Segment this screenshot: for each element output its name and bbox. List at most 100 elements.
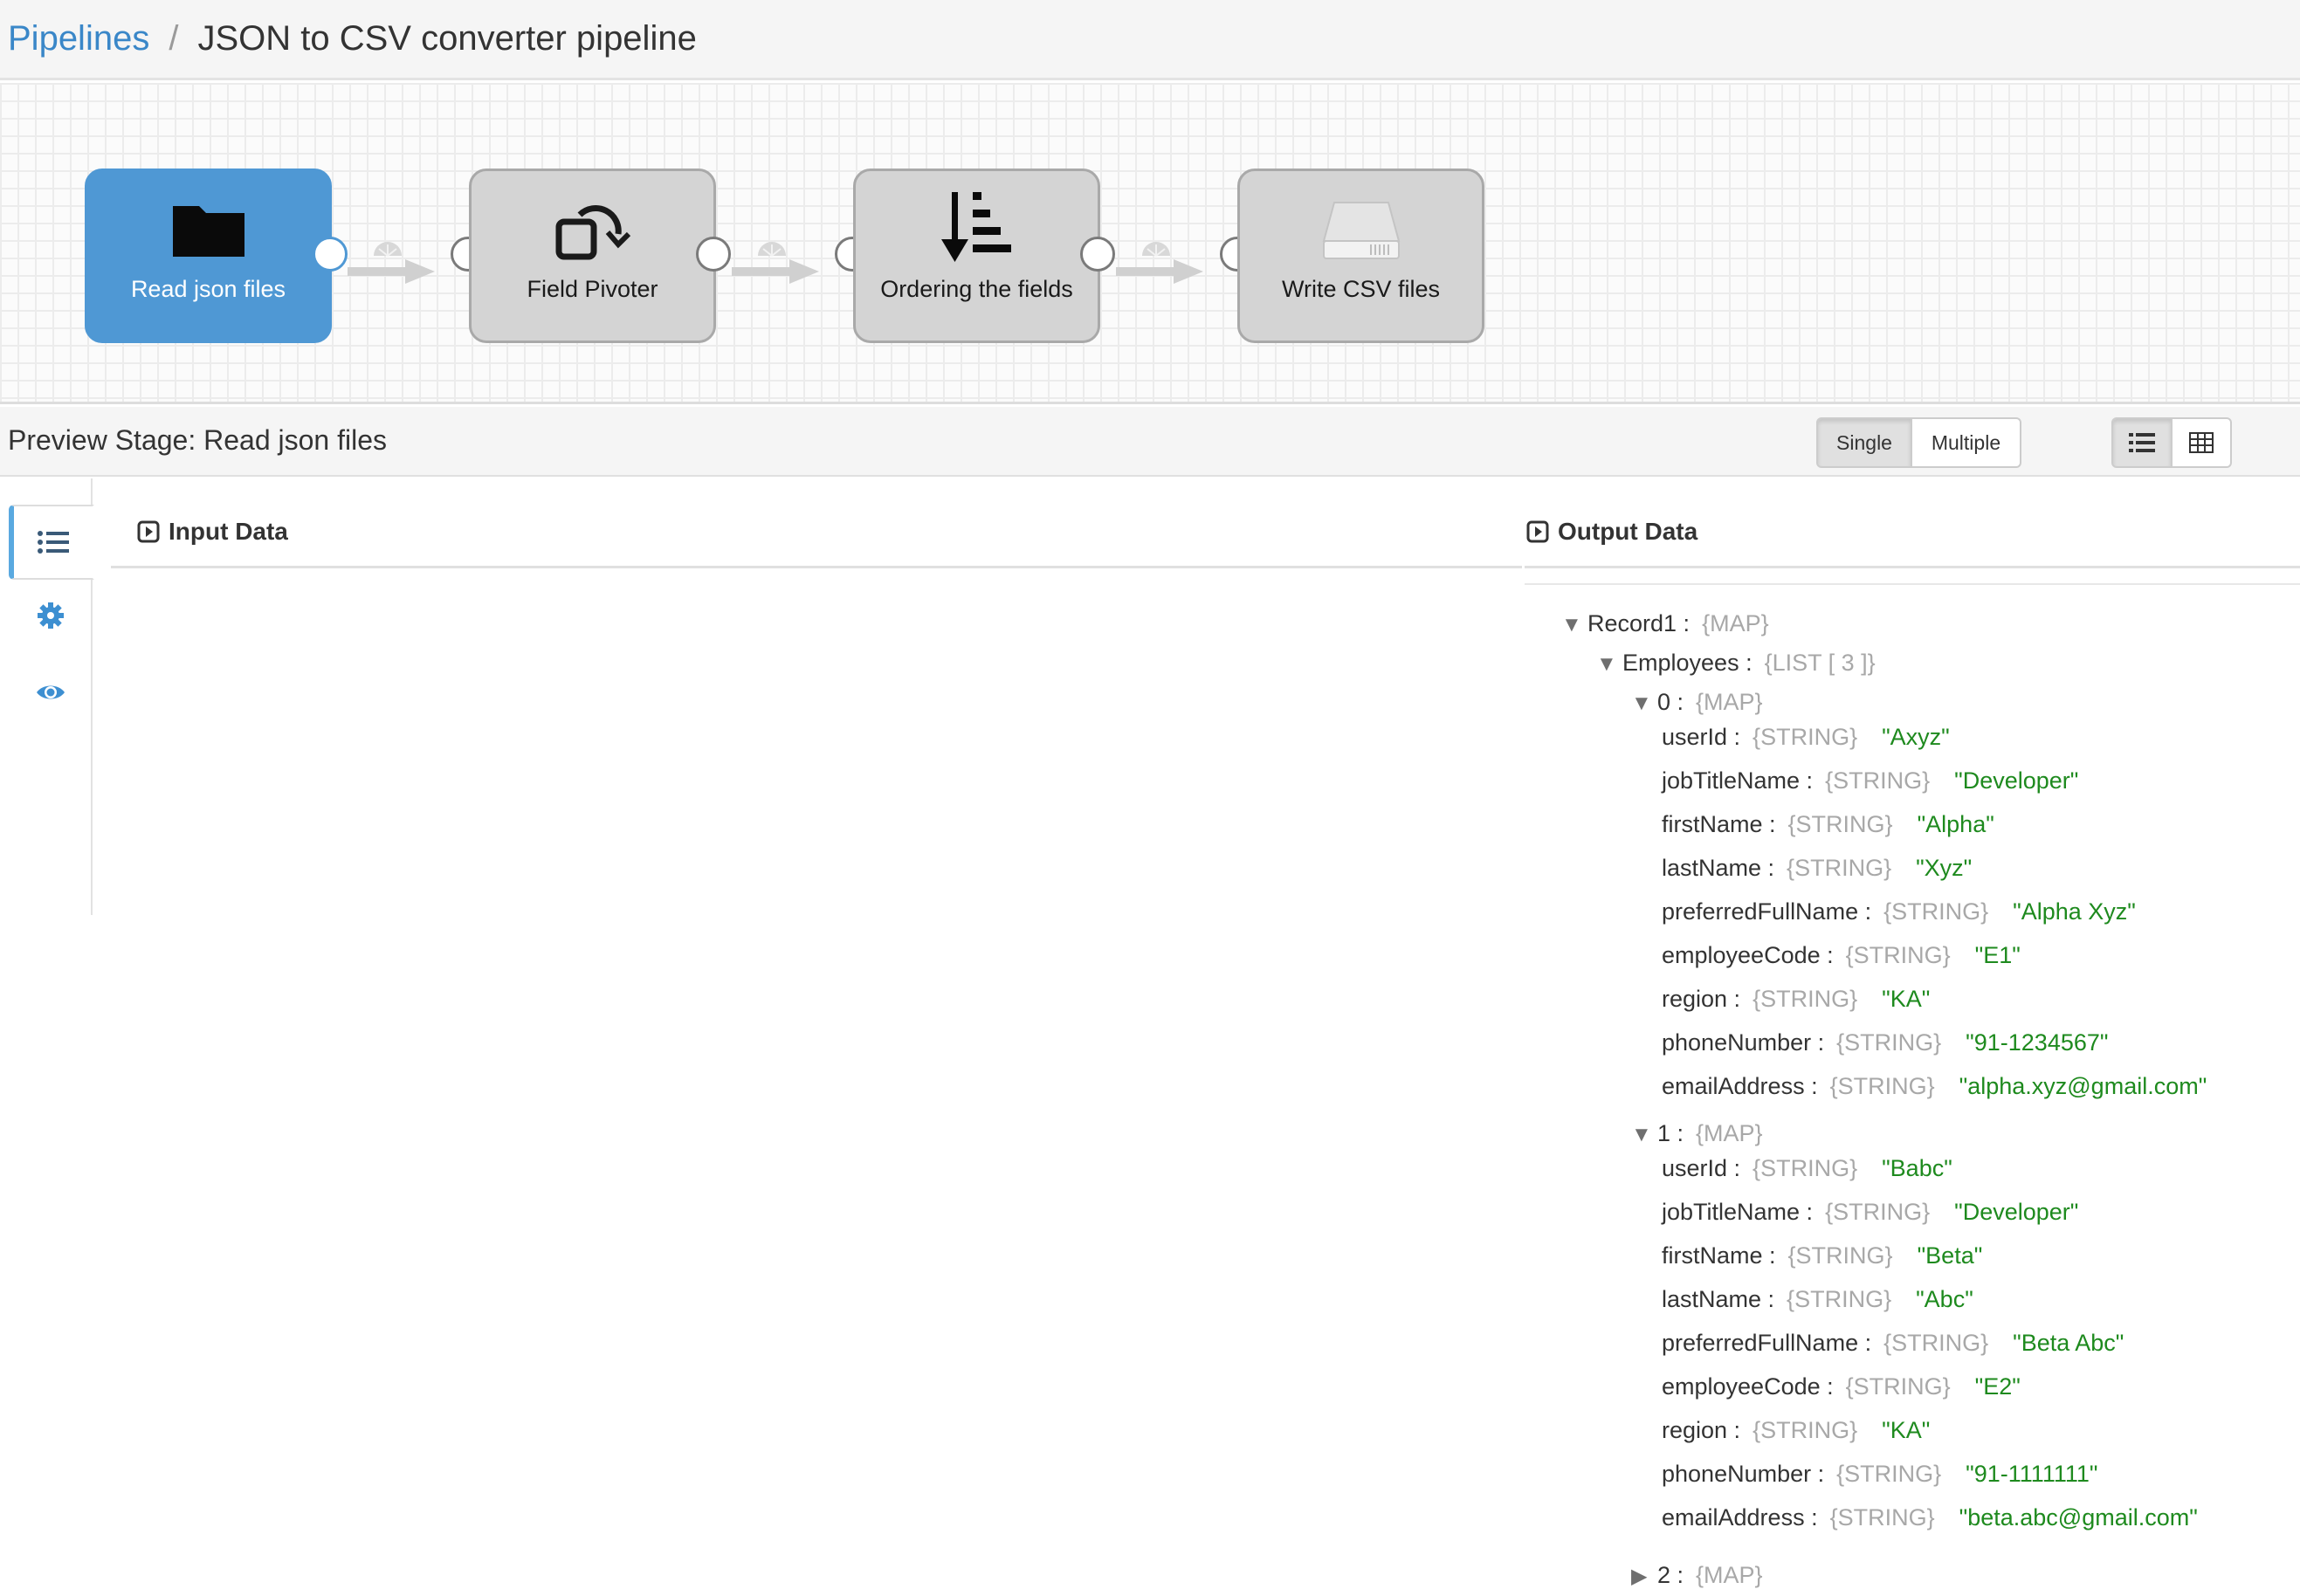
page-title: JSON to CSV converter pipeline [197, 19, 697, 58]
divider [1525, 583, 2300, 585]
eye-icon [37, 685, 65, 699]
tree-field-row: preferredFullName : {STRING} "Beta Abc" [1662, 1329, 2124, 1357]
batch-mode-toggle: Single Multiple [1816, 417, 2021, 468]
tree-field-row: userId : {STRING} "Axyz" [1662, 723, 1950, 751]
tree-field-row: employeeCode : {STRING} "E1" [1662, 941, 2021, 969]
field-type: {STRING} [1753, 1155, 1858, 1181]
field-key: employeeCode : [1662, 1373, 1834, 1400]
field-key: Employees : [1622, 650, 1753, 676]
list-view-icon [2129, 433, 2155, 452]
sort-order-icon [940, 192, 1011, 262]
output-port[interactable] [696, 237, 731, 272]
tab-configuration[interactable] [9, 578, 93, 653]
caret-down-icon[interactable]: ▼ [1631, 690, 1657, 718]
field-key: phoneNumber : [1662, 1029, 1825, 1056]
input-data-header[interactable]: Input Data [137, 518, 288, 546]
connector-arrow-1 [348, 242, 435, 284]
tree-field-row: employeeCode : {STRING} "E2" [1662, 1372, 2021, 1400]
breadcrumb-pipelines-link[interactable]: Pipelines [8, 19, 149, 58]
field-value: "Babc" [1882, 1155, 1952, 1181]
stage-label: Write CSV files [1281, 276, 1441, 302]
field-value: "91-1234567" [1966, 1029, 2109, 1056]
field-type: {STRING} [1753, 724, 1858, 750]
tree-node-employee-0[interactable]: ▼ 0 : {MAP} [1631, 688, 1763, 718]
field-type: {STRING} [1787, 811, 1893, 837]
field-type: {STRING} [1787, 855, 1892, 881]
single-button[interactable]: Single [1816, 417, 1912, 468]
multiple-button[interactable]: Multiple [1911, 417, 2021, 468]
field-value: "Alpha" [1917, 811, 1994, 837]
stage-read-json-files[interactable]: Read json files [85, 169, 332, 343]
output-data-header[interactable]: Output Data [1526, 518, 1697, 546]
table-view-button[interactable] [2171, 417, 2232, 468]
field-type: {STRING} [1883, 1330, 1989, 1356]
pipeline-canvas[interactable]: Read json files Field Pivoter Ordering t… [0, 83, 2300, 404]
field-key: emailAddress : [1662, 1073, 1818, 1099]
field-value: "Alpha Xyz" [2013, 898, 2136, 925]
tree-node-employees[interactable]: ▼ Employees : {LIST [ 3 ]} [1596, 649, 1876, 678]
field-type: {STRING} [1845, 942, 1951, 968]
field-key: preferredFullName : [1662, 1330, 1872, 1356]
field-value: "E1" [1974, 942, 2021, 968]
stage-ordering-the-fields[interactable]: Ordering the fields [853, 169, 1100, 343]
caret-down-icon[interactable]: ▼ [1596, 650, 1622, 678]
tree-node-record1[interactable]: ▼ Record1 : {MAP} [1561, 609, 1769, 639]
field-value: "Abc" [1916, 1286, 1973, 1312]
field-type: {STRING} [1787, 1286, 1892, 1312]
tree-field-row: preferredFullName : {STRING} "Alpha Xyz" [1662, 898, 2136, 925]
output-port[interactable] [313, 237, 348, 272]
field-key: jobTitleName : [1662, 767, 1814, 794]
field-key: phoneNumber : [1662, 1461, 1825, 1487]
stage-write-csv-files[interactable]: Write CSV files [1237, 169, 1484, 343]
field-type: {MAP} [1702, 610, 1769, 636]
tree-field-row: lastName : {STRING} "Xyz" [1662, 854, 1972, 882]
tree-field-row: jobTitleName : {STRING} "Developer" [1662, 1198, 2078, 1226]
field-type: {MAP} [1696, 1562, 1763, 1588]
field-key: emailAddress : [1662, 1504, 1818, 1531]
field-type: {STRING} [1836, 1029, 1942, 1056]
divider [1525, 566, 2300, 568]
field-key: lastName : [1662, 1286, 1775, 1312]
collapse-toggle-icon [137, 520, 160, 543]
list-view-button[interactable] [2111, 417, 2173, 468]
field-type: {STRING} [1753, 986, 1858, 1012]
tree-field-row: firstName : {STRING} "Beta" [1662, 1242, 1982, 1269]
stage-field-pivoter[interactable]: Field Pivoter [469, 169, 716, 343]
field-type: {STRING} [1825, 1199, 1931, 1225]
connector-arrow-3 [1116, 242, 1203, 284]
field-key: region : [1662, 986, 1741, 1012]
caret-down-icon[interactable]: ▼ [1561, 611, 1587, 639]
output-port[interactable] [1080, 237, 1115, 272]
tab-preview-view[interactable] [9, 655, 93, 730]
tree-node-employee-1[interactable]: ▼ 1 : {MAP} [1631, 1119, 1763, 1149]
tree-field-row: emailAddress : {STRING} "beta.abc@gmail.co… [1662, 1503, 2198, 1531]
tab-records-list[interactable] [9, 505, 94, 580]
field-type: {STRING} [1836, 1461, 1942, 1487]
field-type: {STRING} [1883, 898, 1989, 925]
tree-node-employee-2[interactable]: ▶ 2 : {MAP} [1631, 1561, 1763, 1591]
field-key: firstName : [1662, 811, 1776, 837]
field-value: "Beta Abc" [2013, 1330, 2124, 1356]
field-key: preferredFullName : [1662, 898, 1872, 925]
collapse-toggle-icon [1526, 520, 1549, 543]
field-type: {STRING} [1753, 1417, 1858, 1443]
breadcrumb: Pipelines / JSON to CSV converter pipeli… [0, 0, 2300, 80]
caret-right-icon[interactable]: ▶ [1631, 1563, 1657, 1591]
tree-field-row: firstName : {STRING} "Alpha" [1662, 810, 1994, 838]
field-value: "alpha.xyz@gmail.com" [1959, 1073, 2207, 1099]
view-mode-toggle [2111, 417, 2232, 468]
tree-field-row: emailAddress : {STRING} "alpha.xyz@gmail.c… [1662, 1072, 2207, 1100]
field-key: userId : [1662, 724, 1741, 750]
preview-toolbar: Preview Stage: Read json files Single Mu… [0, 407, 2300, 477]
field-value: "Developer" [1954, 767, 2079, 794]
stage-label: Field Pivoter [527, 276, 658, 302]
caret-down-icon[interactable]: ▼ [1631, 1121, 1657, 1149]
field-value: "Developer" [1954, 1199, 2079, 1225]
field-type: {STRING} [1845, 1373, 1951, 1400]
field-type: {STRING} [1787, 1242, 1893, 1269]
field-key: firstName : [1662, 1242, 1776, 1269]
connector-arrow-2 [732, 242, 819, 284]
tree-field-row: region : {STRING} "KA" [1662, 985, 1930, 1013]
field-key: 1 : [1657, 1120, 1684, 1146]
field-key: Record1 : [1587, 610, 1691, 636]
